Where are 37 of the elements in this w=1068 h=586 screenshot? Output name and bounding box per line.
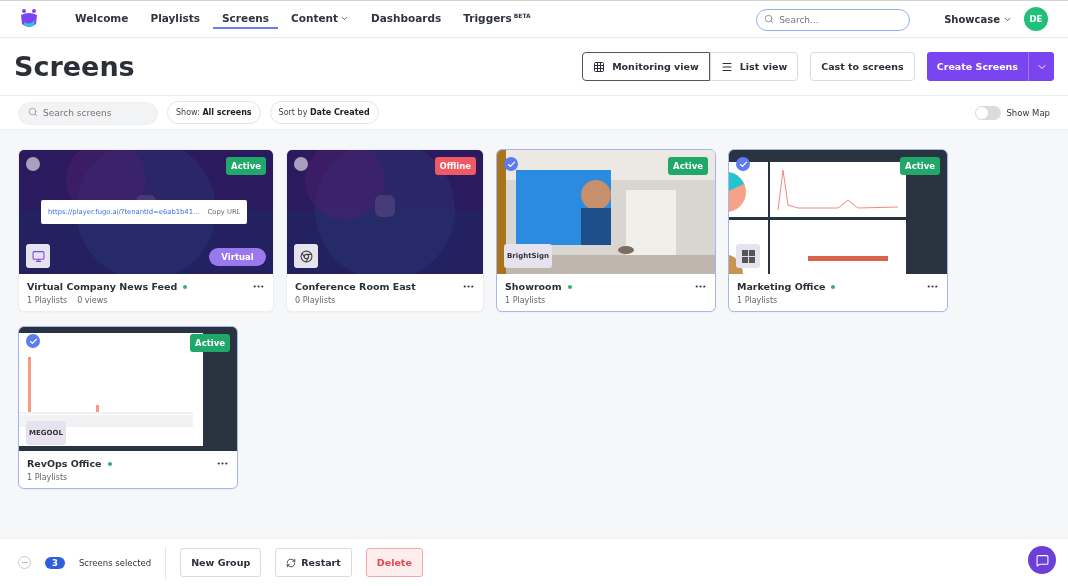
nav-link[interactable]: Welcome — [66, 9, 138, 29]
nav-link[interactable]: Playlists — [141, 9, 210, 29]
screen-name: RevOps Office — [27, 458, 102, 469]
page-title: Screens — [14, 51, 135, 82]
playlist-count: 0 Playlists — [295, 296, 336, 305]
nav-link[interactable]: Content — [282, 9, 359, 29]
status-badge: Active — [190, 334, 230, 352]
nav-link[interactable]: Triggers $^{BETA}$ — [454, 9, 540, 29]
status-badge: Active — [226, 157, 266, 175]
nav-link[interactable]: Dashboards — [362, 9, 451, 29]
selected-label: Screens selected — [78, 557, 152, 568]
playlist-count: 1 Playlists — [27, 296, 68, 305]
filter-dropdown[interactable]: Show: All screens — [167, 101, 261, 124]
screen-card[interactable]: Active Marketing Office 1 Playlists — [728, 149, 948, 312]
action-button[interactable]: New Group — [180, 548, 262, 577]
screen-card[interactable]: Offline Conference Room East 0 Playlists — [286, 149, 484, 312]
sort-dropdown[interactable]: Sort by Date Created — [269, 101, 379, 124]
selected-count: 3 — [45, 556, 65, 569]
screen-name: Virtual Company News Feed — [27, 281, 178, 292]
search-field[interactable]: Search... — [756, 9, 911, 31]
toggle-label: Show Map — [1006, 107, 1050, 118]
screen-name: Marketing Office — [737, 281, 826, 292]
nav-link[interactable]: Screens — [213, 9, 278, 29]
status-badge: Offline — [434, 157, 476, 175]
playlist-count: 1 Playlists — [505, 296, 546, 305]
action-button[interactable]: Restart — [275, 548, 352, 577]
account-menu[interactable]: Showcase — [944, 13, 1012, 25]
screen-name: Showroom — [505, 281, 562, 292]
status-badge: Active — [900, 157, 940, 175]
playlist-count: 1 Playlists — [737, 296, 778, 305]
status-badge: Active — [668, 157, 708, 175]
view-toggle-button[interactable]: Monitoring view — [582, 52, 710, 81]
playlist-count: 1 Playlists — [27, 473, 68, 482]
view-count: 0 views — [77, 296, 108, 305]
cast-button[interactable]: Cast to screens — [810, 52, 915, 81]
screen-name: Conference Room East — [295, 281, 416, 292]
view-toggle-button[interactable]: List view — [709, 52, 799, 81]
